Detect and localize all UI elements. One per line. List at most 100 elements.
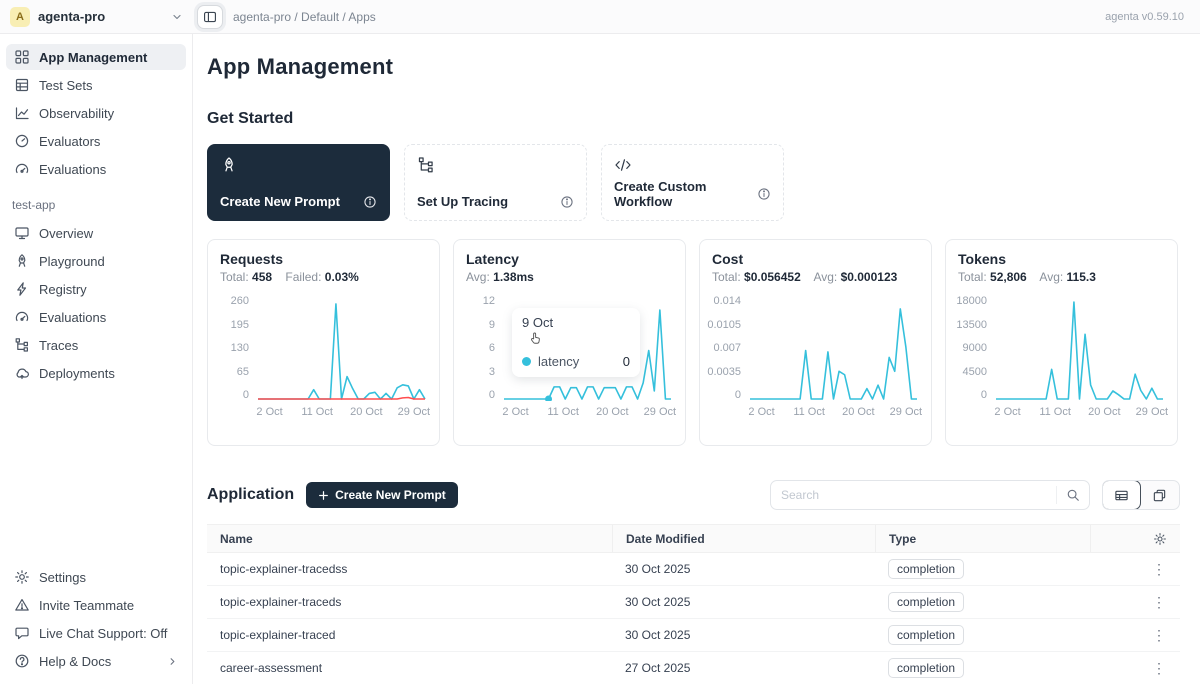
sidebar-item-evaluations[interactable]: Evaluations [6, 156, 186, 182]
chart-title: Latency [466, 251, 673, 267]
page-title: App Management [207, 54, 1180, 80]
code-icon [614, 156, 632, 174]
sidebar-item-test-sets[interactable]: Test Sets [6, 72, 186, 98]
grid-icon [14, 49, 30, 65]
type-badge: completion [888, 592, 964, 612]
sidebar-item-evaluators[interactable]: Evaluators [6, 128, 186, 154]
column-settings-button[interactable] [1090, 525, 1180, 552]
row-actions-button[interactable]: ⋮ [1090, 594, 1180, 611]
table-row[interactable]: topic-explainer-traceds 30 Oct 2025 comp… [207, 586, 1180, 619]
search-icon[interactable] [1056, 486, 1089, 504]
sidebar-item-help-docs[interactable]: Help & Docs [6, 648, 186, 674]
workspace-switcher[interactable]: A agenta-pro [0, 7, 193, 27]
chart-title: Requests [220, 251, 427, 267]
sidebar-item-label: Evaluators [39, 134, 100, 149]
card-label: Create New Prompt [220, 194, 340, 209]
table-row[interactable]: topic-explainer-tracedss 30 Oct 2025 com… [207, 553, 1180, 586]
sidebar-item-playground[interactable]: Playground [6, 248, 186, 274]
sidebar-item-overview[interactable]: Overview [6, 220, 186, 246]
tooltip-date: 9 Oct [522, 315, 630, 330]
type-badge: completion [888, 559, 964, 579]
sidebar-item-app-management[interactable]: App Management [6, 44, 186, 70]
sidebar-item-label: App Management [39, 50, 147, 65]
date-modified: 27 Oct 2025 [612, 661, 875, 675]
app-name: topic-explainer-tracedss [207, 562, 612, 576]
tooltip-series-name: latency [538, 354, 579, 369]
info-icon[interactable] [757, 187, 771, 201]
sidebar-toggle-button[interactable] [197, 5, 223, 29]
table-header: Name Date Modified Type [207, 524, 1180, 553]
row-actions-button[interactable]: ⋮ [1090, 627, 1180, 644]
column-header-name[interactable]: Name [207, 525, 612, 552]
sidebar-item-label: Overview [39, 226, 93, 241]
x-axis-labels: 2 Oct11 Oct20 Oct29 Oct [509, 406, 673, 422]
breadcrumb[interactable]: agenta-pro / Default / Apps [233, 10, 1105, 24]
tokens-chart[interactable] [994, 296, 1165, 401]
card-view-button[interactable] [1140, 481, 1179, 509]
sidebar-item-traces[interactable]: Traces [6, 332, 186, 358]
row-actions-button[interactable]: ⋮ [1090, 660, 1180, 677]
panel-left-icon [203, 10, 217, 24]
create-new-prompt-card[interactable]: Create New Prompt [207, 144, 390, 221]
cloud-icon [14, 365, 30, 381]
latency-chart-card: Latency Avg: 1.38ms 129630 2 Oct11 Oct20… [453, 239, 686, 446]
set-up-tracing-card[interactable]: Set Up Tracing [404, 144, 587, 221]
sidebar-item-invite-teammate[interactable]: Invite Teammate [6, 592, 186, 618]
app-name: topic-explainer-traced [207, 628, 612, 642]
application-heading: Application [207, 486, 294, 504]
view-toggle [1102, 480, 1180, 510]
sidebar-item-observability[interactable]: Observability [6, 100, 186, 126]
table-view-button[interactable] [1102, 480, 1141, 510]
rocket-icon [220, 156, 238, 174]
sidebar-item-registry[interactable]: Registry [6, 276, 186, 302]
info-icon[interactable] [363, 195, 377, 209]
metrics-cards: Requests Total: 458 Failed: 0.03% 260195… [207, 239, 1180, 446]
tooltip-value: 0 [623, 354, 630, 369]
speedometer-icon [14, 309, 30, 325]
tooltip-series-row: latency 0 [522, 354, 630, 369]
sidebar: App Management Test Sets Observability E… [0, 34, 193, 684]
cost-chart[interactable] [748, 296, 919, 401]
y-axis-labels: 260195130650 [220, 296, 256, 401]
main-content: App Management Get Started Create New Pr… [193, 34, 1200, 684]
sidebar-item-live-chat[interactable]: Live Chat Support: Off [6, 620, 186, 646]
create-new-prompt-button[interactable]: Create New Prompt [306, 482, 458, 508]
sidebar-item-label: Invite Teammate [39, 598, 134, 613]
chart-stats: Total: $0.056452 Avg: $0.000123 [712, 270, 919, 284]
version-label: agenta v0.59.10 [1105, 11, 1184, 23]
applications-table: Name Date Modified Type topic-explainer-… [207, 524, 1180, 684]
card-label: Create Custom Workflow [614, 179, 757, 209]
sidebar-item-deployments[interactable]: Deployments [6, 360, 186, 386]
row-actions-button[interactable]: ⋮ [1090, 561, 1180, 578]
help-circle-icon [14, 653, 30, 669]
sidebar-item-label: Settings [39, 570, 86, 585]
workspace-name: agenta-pro [38, 9, 163, 24]
app-window: A agenta-pro agenta-pro / Default / Apps… [0, 0, 1200, 684]
requests-chart[interactable] [256, 296, 427, 401]
sidebar-item-settings[interactable]: Settings [6, 564, 186, 590]
sidebar-item-label: Deployments [39, 366, 115, 381]
date-modified: 30 Oct 2025 [612, 562, 875, 576]
column-header-type[interactable]: Type [875, 525, 1090, 552]
column-header-date-modified[interactable]: Date Modified [612, 525, 875, 552]
tokens-chart-card: Tokens Total: 52,806 Avg: 115.3 18000135… [945, 239, 1178, 446]
table-row[interactable]: topic-explainer-traced 30 Oct 2025 compl… [207, 619, 1180, 652]
gear-icon [14, 569, 30, 585]
chart-line-icon [14, 105, 30, 121]
chevron-down-icon [171, 11, 183, 23]
sidebar-item-app-evaluations[interactable]: Evaluations [6, 304, 186, 330]
rocket-icon [14, 253, 30, 269]
y-axis-labels: 129630 [466, 296, 502, 401]
table-row[interactable]: career-assessment 27 Oct 2025 completion… [207, 652, 1180, 684]
x-axis-labels: 2 Oct11 Oct20 Oct29 Oct [263, 406, 427, 422]
info-icon[interactable] [560, 195, 574, 209]
sidebar-item-label: Evaluations [39, 162, 106, 177]
search-input[interactable] [771, 488, 1056, 502]
gauge-icon [14, 133, 30, 149]
create-custom-workflow-card[interactable]: Create Custom Workflow [601, 144, 784, 221]
sidebar-item-label: Traces [39, 338, 78, 353]
trace-tree-icon [14, 337, 30, 353]
card-label: Set Up Tracing [417, 194, 508, 209]
sidebar-item-label: Observability [39, 106, 114, 121]
chart-title: Tokens [958, 251, 1165, 267]
